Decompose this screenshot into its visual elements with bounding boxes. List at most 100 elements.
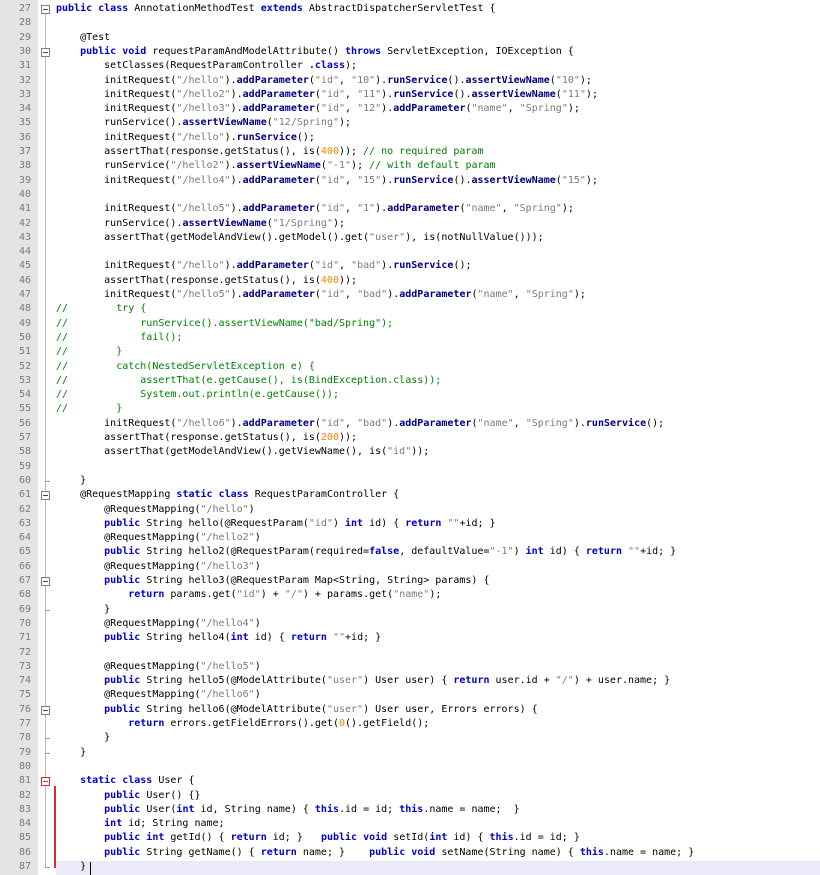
code-line[interactable]: assertThat(response.getStatus(), is(400)… [56,274,357,288]
fold-toggle-icon[interactable] [41,5,50,14]
code-line[interactable]: static class User { [56,774,194,788]
code-editor[interactable]: 27 28 29 30 31 32 33 34 35 36 37 38 39 40 41 42 43 44 45 46… [0,0,820,875]
code-line[interactable]: runService("/hello2").assertViewName("-1… [56,159,495,173]
code-line[interactable]: public void requestParamAndModelAttribut… [56,45,574,59]
fold-toggle-icon[interactable] [41,777,50,787]
line-number: 62 [18,503,31,515]
code-token: .name = name; } [603,846,695,858]
code-line[interactable]: public User(int id, String name) { this.… [56,803,519,817]
code-token: "/hello4" [176,174,231,186]
code-line[interactable]: // } [56,345,122,359]
code-line[interactable]: initRequest("/hello3").addParameter("id"… [56,102,580,116]
code-line[interactable]: public String hello3(@RequestParam Map<S… [56,574,489,588]
code-token: ). [375,74,388,86]
code-line[interactable]: initRequest("/hello").runService(); [56,131,315,145]
code-token: int [56,818,129,830]
code-line[interactable]: public String getName() { return name; }… [56,846,694,860]
code-token: addParameter [242,417,315,429]
code-token: (); [296,131,315,143]
code-token: .class [308,60,345,72]
code-line[interactable]: assertThat(response.getStatus(), is(200)… [56,431,357,445]
code-token: return [56,589,171,601]
code-line[interactable]: } [56,603,110,617]
code-token: ). [381,174,394,186]
code-line[interactable]: // fail(); [56,331,182,345]
code-line[interactable]: @RequestMapping static class RequestPara… [56,488,399,502]
code-token: String getName() { [146,846,261,858]
code-token: "id" [320,103,346,115]
code-line[interactable]: assertThat(getModelAndView().getViewName… [56,445,429,459]
code-line[interactable]: // assertThat(e.getCause(), is(BindExcep… [56,374,441,388]
code-token: } [56,861,87,872]
code-line[interactable]: // System.out.println(e.getCause()); [56,388,339,402]
code-line[interactable]: assertThat(getModelAndView().getModel().… [56,231,544,245]
code-line[interactable]: } [56,474,86,488]
code-token: RequestParamController { [254,489,400,501]
code-line[interactable]: public String hello5(@ModelAttribute("us… [56,674,670,688]
code-token: ), is(notNullValue())); [405,231,544,243]
code-line[interactable]: initRequest("/hello6").addParameter("id"… [56,417,664,431]
code-token: "" [332,632,346,644]
code-token: return [290,632,333,644]
code-token: this [314,803,339,815]
code-token: User( [146,803,177,815]
code-line[interactable]: public class AnnotationMethodTest extend… [56,2,496,16]
code-line[interactable]: // } [56,402,122,416]
code-token: // try { [56,303,147,315]
code-token: addParameter [236,260,309,272]
fold-toggle-icon[interactable] [41,47,50,57]
code-token: "name" [393,589,430,601]
code-token: addParameter [393,103,466,115]
code-token: 400 [320,274,339,286]
code-line[interactable]: runService().assertViewName("12/Spring")… [56,116,351,130]
code-line[interactable]: setClasses(RequestParamController .class… [56,59,357,73]
code-line[interactable]: return params.get("id") + "/") + params.… [56,588,441,602]
code-line[interactable]: initRequest("/hello5").addParameter("id"… [56,288,586,302]
code-token: initRequest( [56,131,177,143]
code-line[interactable]: public int getId() { return id; } public… [56,831,580,845]
code-line[interactable]: @RequestMapping("/hello") [56,503,255,517]
code-line[interactable]: initRequest("/hello").addParameter("id",… [56,74,592,88]
code-token: "/hello5" [200,660,255,672]
code-line[interactable]: // catch(NestedServletException e) { [56,360,315,374]
code-area[interactable]: public class AnnotationMethodTest extend… [56,0,820,875]
code-line[interactable]: return errors.getFieldErrors().get(0().g… [56,717,429,731]
code-line[interactable]: initRequest("/hello2").addParameter("id"… [56,88,598,102]
code-token: "id" [314,260,340,272]
code-token: , [345,289,358,300]
code-line[interactable]: @RequestMapping("/hello4") [56,617,261,631]
code-token: "/" [284,589,303,601]
code-line[interactable]: } [56,746,86,760]
code-line[interactable]: // runService().assertViewName("bad/Spri… [56,317,393,331]
fold-toggle-icon[interactable] [41,577,50,586]
code-token: // System.out.println(e.getCause()); [56,389,339,401]
code-line[interactable]: @RequestMapping("/hello5") [56,660,261,674]
code-line[interactable]: assertThat(response.getStatus(), is(400)… [56,145,483,159]
code-line[interactable]: initRequest("/hello4").addParameter("id"… [56,174,598,188]
code-line[interactable]: } [56,860,86,874]
code-line[interactable]: initRequest("/hello").addParameter("id",… [56,259,471,273]
code-line[interactable]: int id; String name; [56,817,224,831]
code-line[interactable]: initRequest("/hello5").addParameter("id"… [56,202,574,216]
line-number: 79 [18,746,31,758]
code-line[interactable]: @RequestMapping("/hello6") [56,688,261,702]
code-token: "name" [471,103,508,115]
code-token: // catch(NestedServletException e) { [56,360,315,372]
code-line[interactable]: } [56,731,110,745]
line-number: 65 [18,546,31,558]
code-token: int [525,546,550,558]
code-line[interactable]: // try { [56,302,146,316]
code-line[interactable]: public String hello4(int id) { return ""… [56,631,381,645]
code-token: "/hello5" [176,203,231,215]
fold-toggle-icon[interactable] [41,491,50,501]
code-line[interactable]: runService().assertViewName("1/Spring"); [56,217,345,231]
code-line[interactable]: public User() {} [56,789,200,803]
code-line[interactable]: public String hello(@RequestParam("id") … [56,517,495,531]
code-token: "11" [561,88,586,100]
code-line[interactable]: public String hello2(@RequestParam(requi… [56,545,676,559]
code-line[interactable]: @Test [56,31,110,45]
code-line[interactable]: public String hello6(@ModelAttribute("us… [56,703,538,717]
code-line[interactable]: @RequestMapping("/hello2") [56,531,261,545]
fold-toggle-icon[interactable] [41,705,50,715]
code-line[interactable]: @RequestMapping("/hello3") [56,560,261,574]
